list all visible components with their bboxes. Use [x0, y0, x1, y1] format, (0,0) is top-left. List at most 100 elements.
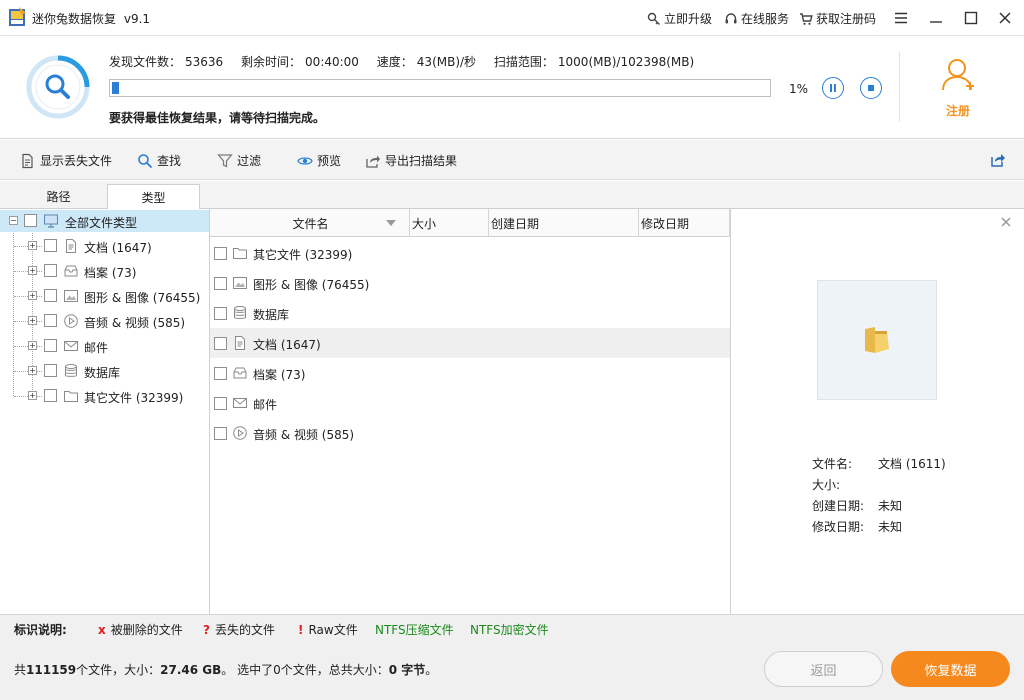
list-row[interactable]: 音频 & 视频 (585) [210, 418, 730, 448]
expand-toggle[interactable]: + [28, 241, 37, 250]
list-row[interactable]: 邮件 [210, 388, 730, 418]
tree-checkbox[interactable] [44, 264, 57, 277]
row-filename: 数据库 [253, 308, 290, 322]
row-checkbox[interactable] [214, 307, 227, 320]
tree-checkbox[interactable] [44, 389, 57, 402]
preview-created-value: 未知 [878, 499, 903, 513]
folder-icon [865, 327, 889, 353]
summary-text: 个文件，大小： [76, 663, 161, 677]
found-label: 发现文件数： [109, 55, 182, 69]
tree-item[interactable]: + 图形 & 图像 (76455) [0, 285, 209, 307]
tree-checkbox[interactable] [44, 239, 57, 252]
legend-raw: ! Raw文件 [298, 621, 358, 638]
get-code-link[interactable]: 获取注册码 [799, 10, 876, 27]
tree-item[interactable]: + 音频 & 视频 (585) [0, 310, 209, 332]
list-row[interactable]: 数据库 [210, 298, 730, 328]
stop-button[interactable] [860, 77, 882, 99]
row-checkbox[interactable] [214, 397, 227, 410]
maximize-button[interactable] [961, 8, 981, 28]
find-button[interactable]: 查找 [137, 152, 181, 169]
toolbar: 显示丢失文件 查找 过滤 预览 导出扫描结果 [0, 140, 1024, 180]
preview-pane: 文件名: 文档 (1611) 大小: 创建日期: 未知 修改日期: 未知 [731, 209, 1024, 614]
list-row[interactable]: 档案 (73) [210, 358, 730, 388]
row-checkbox[interactable] [214, 277, 227, 290]
tree-item[interactable]: + 档案 (73) [0, 260, 209, 282]
pause-icon [830, 84, 836, 92]
file-list: 文件名 大小 创建日期 修改日期 其它文件 (32399) 图形 & 图像 (76… [210, 209, 731, 614]
tree-root-all-types[interactable]: − 全部文件类型 [0, 210, 209, 232]
scan-panel: 发现文件数： 53636 剩余时间： 00:40:00 速度： 43(MB)/秒 扫描… [0, 36, 1024, 139]
column-size[interactable]: 大小 [410, 209, 489, 237]
show-lost-files-button[interactable]: 显示丢失文件 [20, 152, 112, 169]
summary-text: 共 [14, 663, 27, 677]
summary-text: 。 [425, 663, 438, 677]
upgrade-link[interactable]: 立即升级 [647, 10, 712, 27]
collapse-toggle[interactable]: − [9, 216, 18, 225]
tree-checkbox[interactable] [44, 314, 57, 327]
image-icon [63, 288, 79, 304]
column-modified[interactable]: 修改日期 [639, 209, 730, 237]
filter-button[interactable]: 过滤 [217, 152, 261, 169]
online-service-link[interactable]: 在线服务 [724, 10, 789, 27]
show-lost-label: 显示丢失文件 [40, 154, 113, 168]
get-code-label: 获取注册码 [816, 12, 877, 26]
expand-toggle[interactable]: + [28, 391, 37, 400]
tree-checkbox[interactable] [44, 339, 57, 352]
tree-checkbox[interactable] [24, 214, 37, 227]
expand-toggle[interactable]: + [28, 266, 37, 275]
tree-checkbox[interactable] [44, 289, 57, 302]
tree-item[interactable]: + 文档 (1647) [0, 235, 209, 257]
title-bar: 迷你兔数据恢复 v9.1 立即升级 在线服务 获取注册码 [0, 0, 1024, 36]
find-label: 查找 [157, 154, 182, 168]
column-filename-label: 文件名 [292, 216, 329, 231]
pause-button[interactable] [822, 77, 844, 99]
tab-path[interactable]: 路径 [12, 184, 105, 209]
legend-ntfs-encrypted: NTFS加密文件 [470, 623, 549, 637]
tree-item[interactable]: + 数据库 [0, 360, 209, 382]
minimize-button[interactable] [926, 8, 946, 28]
export-scan-button[interactable]: 导出扫描结果 [365, 152, 457, 169]
recover-data-button[interactable]: 恢复数据 [891, 651, 1010, 687]
row-checkbox[interactable] [214, 427, 227, 440]
preview-modified-value: 未知 [878, 520, 903, 534]
tree-item[interactable]: + 其它文件 (32399) [0, 385, 209, 407]
online-service-label: 在线服务 [741, 12, 790, 26]
preview-created-label: 创建日期: [812, 499, 865, 513]
column-created[interactable]: 创建日期 [489, 209, 639, 237]
tree-item[interactable]: + 邮件 [0, 335, 209, 357]
tab-type-label: 类型 [141, 190, 166, 205]
expand-toggle[interactable]: + [28, 291, 37, 300]
preview-label: 预览 [317, 154, 342, 168]
back-button[interactable]: 返回 [764, 651, 883, 687]
register-button[interactable]: 注册 [937, 56, 979, 120]
row-filename: 文档 (1647) [253, 338, 321, 352]
row-checkbox[interactable] [214, 367, 227, 380]
expand-toggle[interactable]: + [28, 341, 37, 350]
expand-toggle[interactable]: + [28, 366, 37, 375]
list-row[interactable]: 图形 & 图像 (76455) [210, 268, 730, 298]
preview-button[interactable]: 预览 [297, 152, 341, 169]
row-checkbox[interactable] [214, 247, 227, 260]
menu-button[interactable] [891, 8, 911, 28]
column-created-label: 创建日期 [491, 216, 540, 231]
status-bar: 共111159个文件，大小：27.46 GB。 选中了0个文件，总共大小：0 字… [0, 644, 1024, 700]
share-button[interactable] [990, 152, 1006, 168]
list-row[interactable]: 其它文件 (32399) [210, 238, 730, 268]
row-filename: 音频 & 视频 (585) [253, 428, 355, 442]
expand-toggle[interactable]: + [28, 316, 37, 325]
legend-lost: ? 丢失的文件 [203, 621, 275, 638]
folder-icon [63, 388, 79, 404]
preview-close-button[interactable] [1001, 215, 1011, 231]
range-label: 扫描范围： [493, 55, 554, 69]
row-checkbox[interactable] [214, 337, 227, 350]
user-add-icon [942, 59, 974, 91]
legend-raw-label: Raw文件 [308, 623, 358, 637]
headset-icon [725, 12, 737, 23]
cart-icon [800, 12, 813, 25]
list-row[interactable]: 文档 (1647) [210, 328, 730, 358]
column-filename[interactable]: 文件名 [210, 209, 410, 237]
tab-type[interactable]: 类型 [107, 184, 200, 210]
tree-root-label: 全部文件类型 [65, 216, 138, 230]
tree-checkbox[interactable] [44, 364, 57, 377]
close-button[interactable] [995, 8, 1015, 28]
